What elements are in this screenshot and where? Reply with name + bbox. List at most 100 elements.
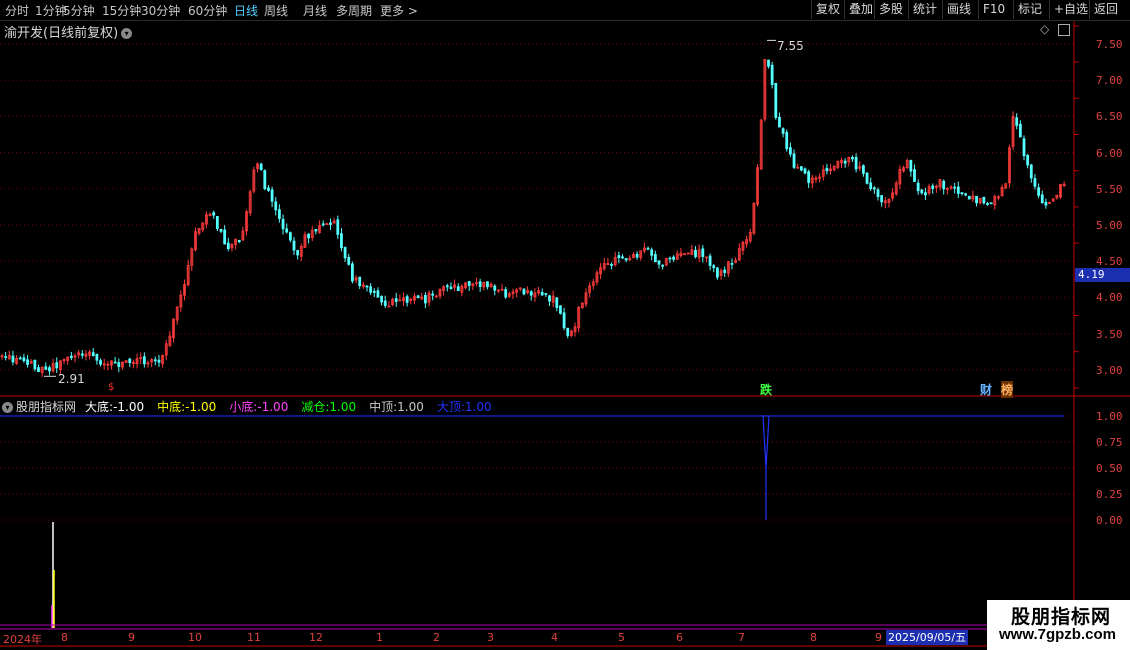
candle-body [456, 286, 460, 292]
toolbar-button-5[interactable]: F10 [978, 0, 1009, 19]
indicator-label: 中顶: [369, 400, 398, 414]
candle-body [544, 293, 548, 295]
candle-body [1033, 178, 1037, 187]
event-badge-cai[interactable]: 财 [980, 381, 992, 398]
candle-body [223, 229, 227, 245]
candle-body [880, 195, 884, 203]
indicator-name[interactable]: 股朋指标网 [16, 400, 76, 414]
indicator-value-1: 中底:-1.00 [157, 400, 220, 414]
diamond-icon[interactable]: ◇ [1040, 22, 1049, 36]
period-4[interactable]: 30分钟 [141, 2, 180, 19]
chevron-down-icon[interactable]: ▾ [2, 402, 13, 413]
indicator-number: 1.00 [329, 400, 357, 414]
kline-chart[interactable]: $ [0, 0, 1130, 650]
indicator-label: 大底: [85, 400, 114, 414]
candle-body [153, 359, 157, 362]
dividend-marker-icon: $ [108, 382, 114, 393]
candle-body [372, 290, 376, 293]
time-tick: 1 [376, 631, 383, 644]
candle-body [774, 82, 778, 118]
candle-body [548, 295, 551, 302]
candle-body [80, 353, 84, 356]
candle-body [1018, 123, 1022, 138]
watermark-title: 股朋指标网 [1011, 606, 1112, 628]
candle-body [865, 172, 869, 184]
candle-body [18, 357, 22, 360]
candle-body [621, 256, 624, 259]
candle-body [723, 269, 727, 273]
indicator-number: -1.00 [185, 400, 217, 414]
cursor-date: 2025/09/05/五 [886, 630, 969, 645]
candle-body [851, 156, 854, 160]
chevron-down-icon[interactable]: ▾ [121, 28, 133, 39]
toolbar-button-8[interactable]: 返回 [1089, 0, 1122, 19]
candle-body [48, 367, 51, 372]
layout-toggle-icon[interactable] [1058, 24, 1070, 36]
event-badge-die[interactable]: 跌 [760, 381, 772, 398]
candle-body [277, 209, 281, 219]
period-3[interactable]: 15分钟 [102, 2, 141, 19]
candle-body [358, 276, 362, 287]
toolbar-button-3[interactable]: 统计 [908, 0, 941, 19]
period-6[interactable]: 日线 [234, 2, 258, 19]
toolbar-button-2[interactable]: 多股 [874, 0, 907, 19]
candle-body [924, 192, 927, 196]
stock-title[interactable]: 渝开发(日线前复权) ▾ [4, 22, 133, 41]
toolbar-button-0[interactable]: 复权 [811, 0, 844, 19]
candle-body [95, 353, 99, 361]
indicator-value-3: 减仓:1.00 [301, 400, 360, 414]
candle-body [296, 250, 300, 256]
candle-body [281, 218, 285, 230]
candle-body [383, 300, 387, 306]
toolbar-button-6[interactable]: 标记 [1013, 0, 1046, 19]
period-8[interactable]: 月线 [303, 2, 327, 19]
candle-body [445, 285, 449, 288]
period-5[interactable]: 60分钟 [188, 2, 227, 19]
candle-body [215, 215, 219, 229]
candle-body [635, 253, 639, 258]
period-2[interactable]: 5分钟 [63, 2, 95, 19]
current-price-tag: 4.19 [1075, 268, 1130, 282]
low-label: 2.91 [58, 372, 85, 386]
candle-body [22, 357, 26, 362]
candle-body [416, 295, 420, 298]
candle-body [336, 219, 340, 235]
toolbar-button-7[interactable]: +自选 [1049, 0, 1092, 19]
candle-body [566, 327, 570, 336]
candle-body [431, 293, 435, 296]
candle-body [843, 160, 847, 164]
candle-body [960, 192, 964, 195]
candle-body [931, 185, 935, 189]
candle-body [789, 147, 792, 155]
candle-body [263, 170, 267, 190]
price-tick: 3.50 [1096, 328, 1123, 341]
candle-body [778, 116, 781, 128]
period-9[interactable]: 多周期 [336, 2, 372, 19]
price-tick: 4.00 [1096, 291, 1123, 304]
candle-body [314, 229, 318, 232]
indicator-number: -1.00 [113, 400, 145, 414]
indicator-label: 小底: [229, 400, 258, 414]
candle-body [478, 281, 482, 287]
candle-body [288, 232, 292, 241]
candle-body [862, 165, 865, 174]
candle-body [343, 247, 347, 259]
candle-body [562, 312, 566, 329]
toolbar-button-1[interactable]: 叠加 [844, 0, 877, 19]
indicator-label: 大顶: [436, 400, 465, 414]
indicator-label: 中底: [157, 400, 186, 414]
candle-body [694, 249, 697, 258]
period-7[interactable]: 周线 [264, 2, 288, 19]
candle-body [55, 362, 59, 369]
period-0[interactable]: 分时 [5, 2, 29, 19]
candle-body [99, 360, 102, 365]
candle-body [369, 286, 373, 293]
candle-body [387, 305, 391, 308]
period-10[interactable]: 更多 > [380, 2, 418, 19]
time-tick: 8 [810, 631, 817, 644]
candle-body [964, 193, 967, 196]
period-1[interactable]: 1分钟 [35, 2, 67, 19]
event-badge-bang[interactable]: 榜 [1001, 381, 1014, 398]
toolbar-button-4[interactable]: 画线 [942, 0, 975, 19]
candle-body [157, 359, 161, 363]
